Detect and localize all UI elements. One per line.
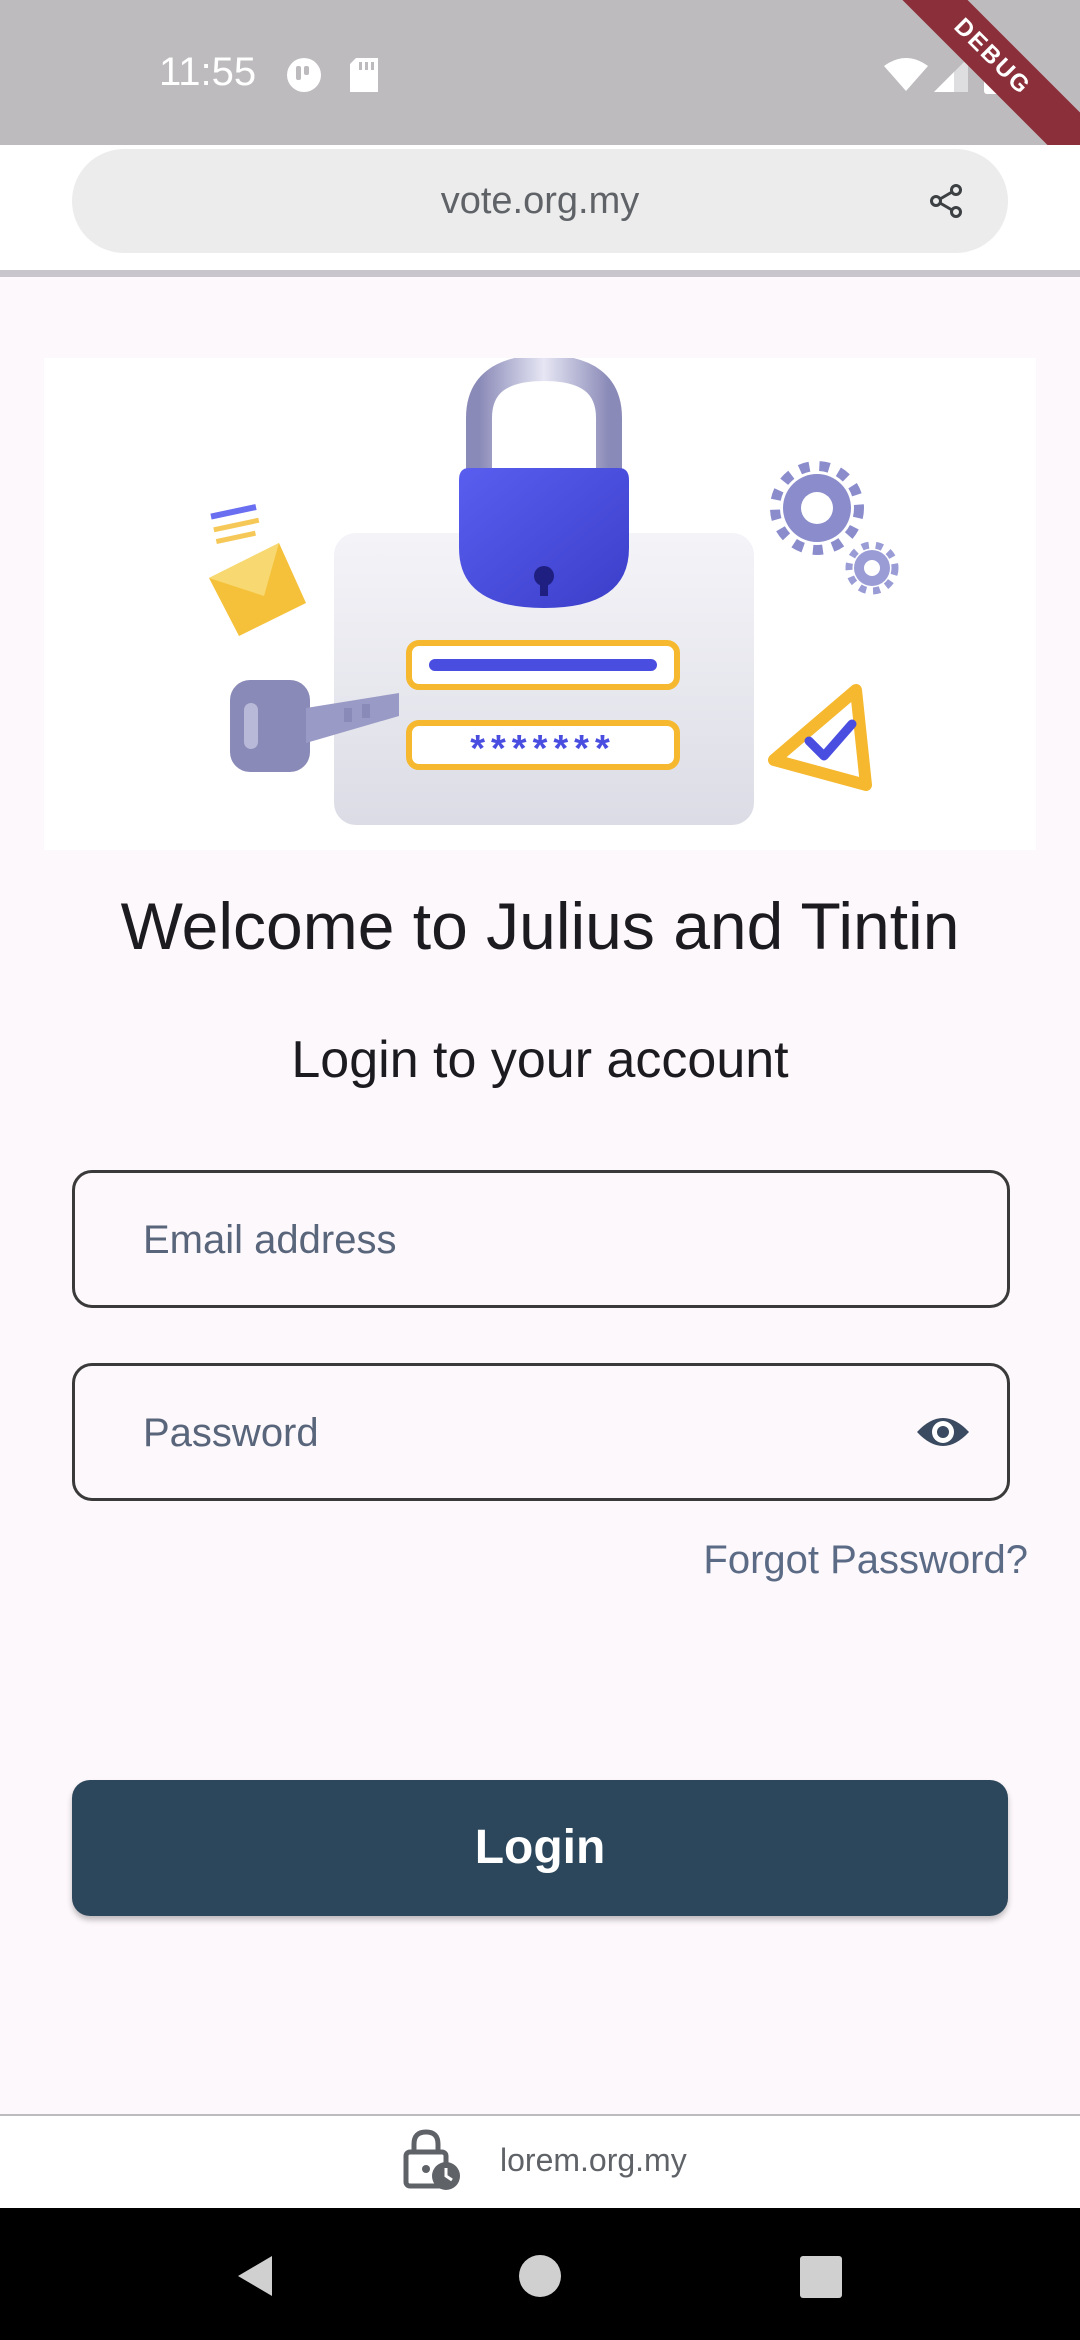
app-notification-icon bbox=[287, 58, 321, 92]
share-icon[interactable] bbox=[928, 183, 964, 219]
status-bar: 11:55 DEBUG bbox=[0, 0, 1080, 145]
forgot-password-link[interactable]: Forgot Password? bbox=[703, 1538, 1028, 1583]
navigation-bar bbox=[0, 2208, 1080, 2340]
password-mask: ******* bbox=[470, 728, 616, 770]
lock-clock-icon bbox=[403, 2129, 460, 2190]
back-icon[interactable] bbox=[236, 2254, 274, 2298]
login-button[interactable]: Login bbox=[72, 1780, 1008, 1916]
password-field[interactable] bbox=[141, 1366, 905, 1500]
url-text: vote.org.my bbox=[440, 180, 640, 222]
email-field[interactable] bbox=[141, 1173, 905, 1307]
url-bar[interactable]: vote.org.my bbox=[72, 149, 1008, 253]
page-title: Welcome to Julius and Tintin bbox=[120, 889, 960, 963]
hero-illustration: ******* bbox=[44, 354, 1036, 850]
page-subtitle: Login to your account bbox=[291, 1031, 789, 1089]
footer: lorem.org.my bbox=[0, 2116, 1080, 2208]
eye-icon[interactable] bbox=[915, 1410, 971, 1454]
warning-triangle-shape bbox=[768, 684, 872, 791]
browser-header: vote.org.my bbox=[0, 145, 1080, 270]
url-divider bbox=[0, 270, 1080, 277]
sd-card-icon bbox=[350, 58, 378, 92]
cellular-signal-icon bbox=[934, 58, 968, 92]
email-field-container bbox=[72, 1170, 1010, 1308]
recents-icon[interactable] bbox=[800, 2256, 842, 2298]
gears-shape bbox=[770, 461, 899, 595]
password-field-container bbox=[72, 1363, 1010, 1501]
wifi-icon bbox=[884, 58, 928, 91]
envelope-shape bbox=[196, 481, 306, 636]
home-icon[interactable] bbox=[518, 2254, 562, 2298]
login-security-illustration: ******* bbox=[196, 354, 899, 825]
footer-text: lorem.org.my bbox=[500, 2142, 687, 2178]
status-time: 11:55 bbox=[159, 50, 257, 94]
